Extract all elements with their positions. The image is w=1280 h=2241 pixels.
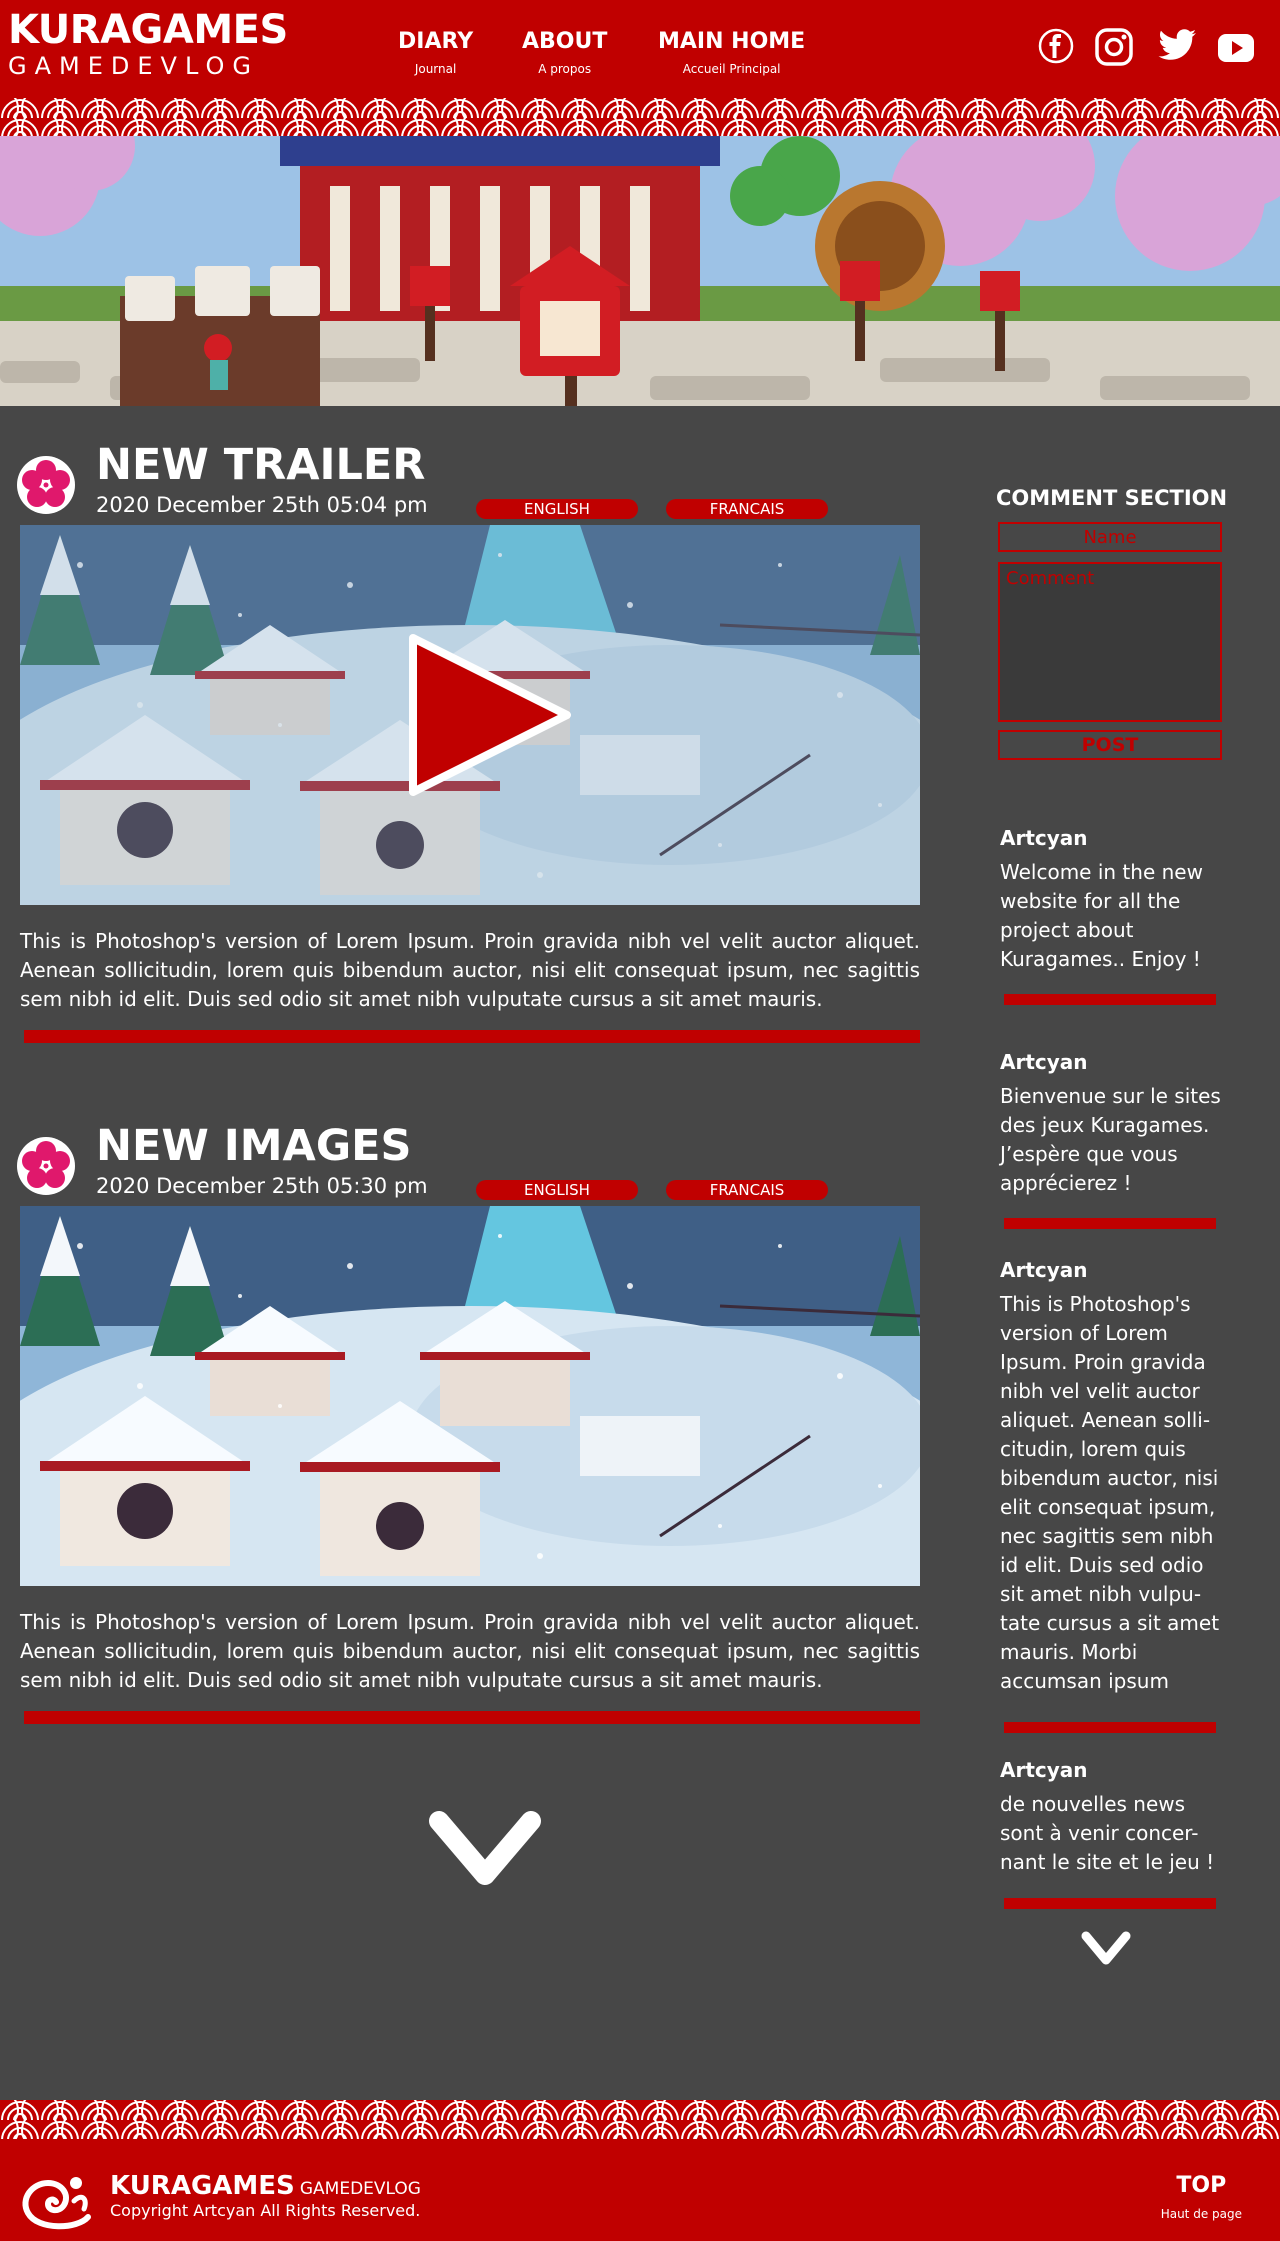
nav-item-sublabel: Journal	[414, 62, 457, 76]
comment-textarea[interactable]	[998, 562, 1222, 722]
post-image[interactable]	[20, 1206, 920, 1586]
comment-author: Artcyan	[1000, 1758, 1088, 1782]
post-comment-button[interactable]: POST	[998, 730, 1222, 760]
footer-brand: KURAGAMES GAMEDEVLOG	[110, 2171, 421, 2201]
name-input[interactable]	[998, 522, 1222, 552]
post-divider	[24, 1711, 920, 1724]
wave-pattern-top	[0, 98, 1280, 138]
facebook-icon[interactable]	[1038, 28, 1074, 64]
comment-item: Artcyan This is Photoshop's version of L…	[1000, 1256, 1224, 1696]
chevron-down-icon[interactable]	[425, 1805, 545, 1895]
copyright-text: Copyright Artcyan All Rights Reserved.	[110, 2201, 421, 2220]
site-logo[interactable]: KURAGAMES GAMEDEVLOG	[8, 8, 288, 80]
chevron-down-icon[interactable]	[1078, 1928, 1134, 1972]
site-footer: KURAGAMES GAMEDEVLOG Copyright Artcyan A…	[0, 2139, 1280, 2241]
nav-item-main-home[interactable]: MAIN HOME Accueil Principal	[658, 28, 805, 78]
nav-item-label: MAIN HOME	[658, 29, 806, 54]
nav-item-sublabel: Accueil Principal	[682, 62, 781, 76]
comment-divider	[1004, 1218, 1216, 1229]
francais-button[interactable]: FRANCAIS	[666, 499, 828, 519]
english-button[interactable]: ENGLISH	[476, 1180, 638, 1200]
twitter-icon[interactable]	[1158, 28, 1198, 64]
comment-divider	[1004, 1898, 1216, 1909]
nav-item-label: DIARY	[398, 29, 474, 54]
post-body: This is Photoshop's version of Lorem Ips…	[20, 929, 920, 1011]
comment-section-title: COMMENT SECTION	[996, 486, 1228, 510]
kura-swirl-logo-icon	[22, 2177, 91, 2230]
francais-button[interactable]: FRANCAIS	[666, 1180, 828, 1200]
comment-text: Welcome in the new website for all the p…	[1000, 860, 1203, 971]
nav-item-sublabel: A propos	[538, 62, 592, 76]
comment-text: Bienvenue sur le sites des jeux Kuragame…	[1000, 1084, 1221, 1195]
post-date: 2020 December 25th 05:04 pm	[96, 493, 428, 517]
hero-banner	[0, 136, 1280, 406]
top-label: TOP	[1176, 2173, 1227, 2198]
play-icon[interactable]	[405, 630, 581, 800]
sakura-flower-icon	[16, 1136, 76, 1196]
post-date: 2020 December 25th 05:30 pm	[96, 1174, 428, 1198]
nav-item-diary[interactable]: DIARY Journal	[398, 28, 473, 78]
sakura-flower-icon	[16, 455, 76, 515]
comment-text: de nouvelles news sont à venir concer-na…	[1000, 1792, 1215, 1874]
post-title: NEW IMAGES	[96, 1121, 412, 1171]
comment-divider	[1004, 1722, 1216, 1733]
back-to-top-button[interactable]: TOP Haut de page	[1161, 2173, 1242, 2223]
comment-author: Artcyan	[1000, 826, 1088, 850]
comment-item: Artcyan Bienvenue sur le sites des jeux …	[1000, 1048, 1224, 1198]
youtube-icon[interactable]	[1218, 34, 1254, 62]
footer-brand-name: KURAGAMES	[110, 2171, 295, 2201]
footer-brand-sub: GAMEDEVLOG	[299, 2179, 421, 2199]
logo-main-text: KURAGAMES	[8, 7, 288, 53]
english-button[interactable]: ENGLISH	[476, 499, 638, 519]
nav-item-about[interactable]: ABOUT A propos	[522, 28, 607, 78]
comment-author: Artcyan	[1000, 1050, 1088, 1074]
nav-item-label: ABOUT	[522, 29, 608, 54]
post-body: This is Photoshop's version of Lorem Ips…	[20, 1610, 920, 1692]
instagram-icon[interactable]	[1095, 28, 1133, 66]
trailer-video[interactable]	[20, 525, 920, 905]
comment-item: Artcyan Welcome in the new website for a…	[1000, 824, 1224, 974]
wave-pattern-bottom	[0, 2100, 1280, 2140]
comment-text: This is Photoshop's version of Lorem Ips…	[1000, 1292, 1220, 1693]
logo-sub-text: GAMEDEVLOG	[8, 52, 259, 80]
comment-divider	[1004, 994, 1216, 1005]
comment-author: Artcyan	[1000, 1258, 1088, 1282]
post-title: NEW TRAILER	[96, 440, 426, 490]
site-header: KURAGAMES GAMEDEVLOG DIARY Journal ABOUT…	[0, 0, 1280, 100]
top-sublabel: Haut de page	[1160, 2207, 1242, 2221]
comment-item: Artcyan de nouvelles news sont à venir c…	[1000, 1756, 1224, 1877]
post-divider	[24, 1030, 920, 1043]
